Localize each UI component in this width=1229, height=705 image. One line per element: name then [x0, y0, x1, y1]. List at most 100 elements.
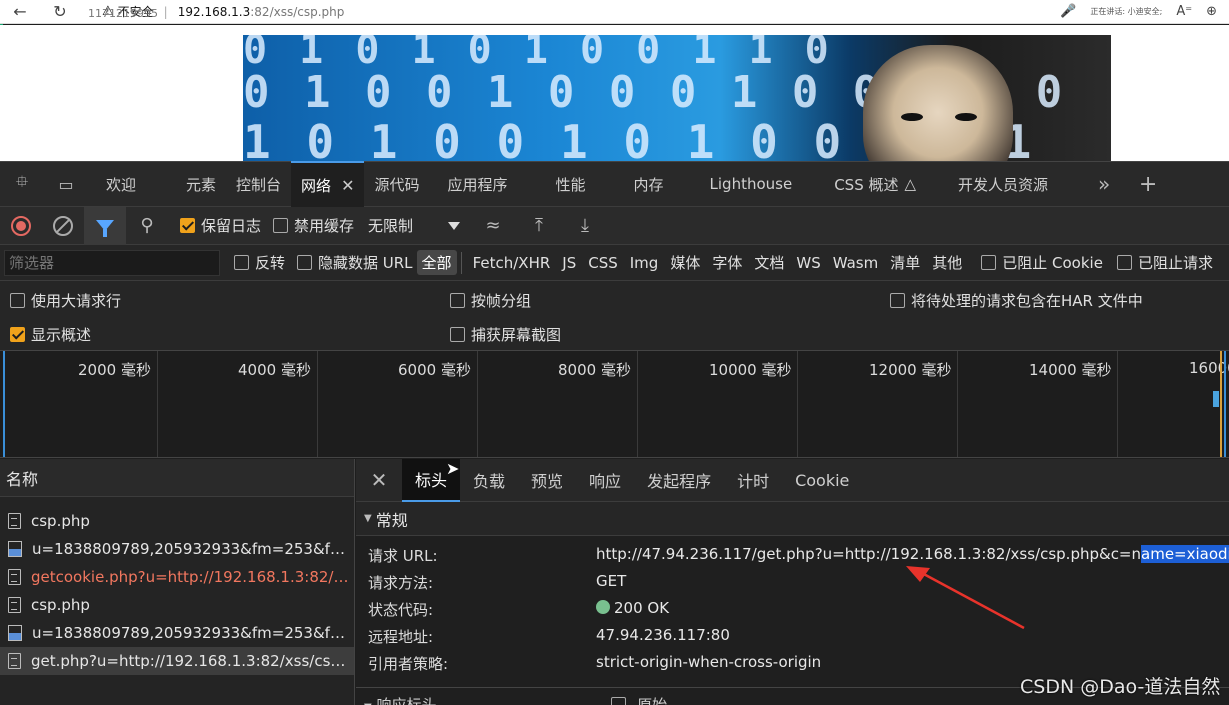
- request-name: u=1838809789,205932933&fm=253&fmt=...: [32, 624, 350, 642]
- tab-sources[interactable]: 源代码: [364, 161, 429, 207]
- request-name: csp.php: [31, 512, 90, 530]
- type-filter-all[interactable]: 全部: [416, 250, 457, 275]
- tab-css-overview[interactable]: CSS 概述 △: [824, 161, 926, 207]
- network-overview-timeline[interactable]: 2000 毫秒 4000 毫秒 6000 毫秒 8000 毫秒 10000 毫秒…: [0, 351, 1229, 458]
- checkbox-icon: [273, 218, 289, 233]
- group-by-frame-checkbox[interactable]: 按帧分组: [450, 290, 531, 311]
- record-icon: [11, 215, 31, 236]
- request-row-selected[interactable]: get.php?u=http://192.168.1.3:82/xss/csp.…: [0, 647, 354, 675]
- group-by-frame-label: 按帧分组: [471, 292, 532, 310]
- record-button[interactable]: [0, 207, 42, 245]
- overview-request-bar: [1213, 391, 1219, 407]
- type-filter-media[interactable]: 媒体: [665, 250, 705, 275]
- type-filter-fetch-xhr[interactable]: Fetch/XHR: [468, 252, 556, 274]
- watermark: CSDN @Dao-道法自然: [1020, 676, 1221, 698]
- header-value: strict-origin-when-cross-origin: [596, 653, 822, 671]
- checkbox-icon: [981, 255, 997, 270]
- name-column-header[interactable]: 名称: [0, 459, 354, 497]
- show-overview-label: 显示概述: [31, 326, 92, 344]
- add-tab-icon[interactable]: +: [1126, 172, 1170, 197]
- timeline-tick-label: 8000 毫秒: [558, 361, 631, 379]
- tab-memory[interactable]: 内存: [624, 161, 674, 207]
- tab-welcome[interactable]: 欢迎: [96, 161, 146, 207]
- har-pending-checkbox[interactable]: 将待处理的请求包含在HAR 文件中: [890, 290, 1143, 311]
- type-filter-wasm[interactable]: Wasm: [828, 252, 884, 274]
- tab-timing[interactable]: 计时: [724, 459, 782, 502]
- close-tab-icon[interactable]: ✕: [341, 176, 354, 195]
- reading-status: 正在讲话: 小迪安全;: [1090, 7, 1163, 16]
- tab-lighthouse[interactable]: Lighthouse: [700, 161, 803, 207]
- request-row-error[interactable]: getcookie.php?u=http://192.168.1.3:82/xs…: [0, 563, 354, 591]
- header-value: 47.94.236.117:80: [596, 626, 730, 644]
- blocked-cookies-checkbox[interactable]: 已阻止 Cookie: [981, 252, 1103, 273]
- request-row[interactable]: u=1838809789,205932933&fm=253&fmt=...: [0, 619, 354, 647]
- more-tabs-icon[interactable]: »: [1082, 172, 1126, 196]
- timeline-tick-label: 4000 毫秒: [238, 361, 311, 379]
- url-host[interactable]: 192.168.1.3: [178, 5, 251, 19]
- disable-cache-checkbox[interactable]: 禁用缓存: [273, 215, 354, 236]
- document-icon: [8, 653, 21, 669]
- tab-response[interactable]: 响应: [576, 459, 634, 502]
- status-code-text: 200 OK: [614, 599, 670, 617]
- request-row[interactable]: csp.php: [0, 507, 354, 535]
- import-har-icon[interactable]: ⤒: [524, 215, 554, 236]
- type-filter-doc[interactable]: 文档: [749, 250, 789, 275]
- type-filter-ws[interactable]: WS: [791, 252, 825, 274]
- type-filter-font[interactable]: 字体: [707, 250, 747, 275]
- large-rows-checkbox[interactable]: 使用大请求行: [10, 290, 121, 311]
- request-name: u=1838809789,205932933&fm=253&fmt=...: [32, 540, 350, 558]
- tab-elements[interactable]: 元素: [176, 161, 226, 207]
- tab-application[interactable]: 应用程序: [437, 161, 517, 207]
- filter-input[interactable]: [4, 249, 220, 276]
- tab-cookies[interactable]: Cookie: [782, 459, 862, 502]
- hide-data-url-checkbox[interactable]: 隐藏数据 URL: [297, 252, 413, 273]
- filter-toggle-button[interactable]: [84, 206, 126, 245]
- blocked-requests-label: 已阻止请求: [1137, 254, 1213, 272]
- tab-developer-resources[interactable]: 开发人员资源: [948, 161, 1058, 207]
- network-conditions-icon[interactable]: ≈: [478, 215, 508, 236]
- capture-screenshots-label: 捕获屏幕截图: [471, 326, 562, 344]
- zoom-icon[interactable]: ⊕: [1206, 4, 1217, 19]
- blocked-requests-checkbox[interactable]: 已阻止请求: [1116, 252, 1213, 273]
- read-aloud-icon[interactable]: A⁼: [1176, 4, 1192, 19]
- tab-preview[interactable]: 预览: [518, 459, 576, 502]
- type-filter-js[interactable]: JS: [557, 252, 581, 274]
- checkbox-icon[interactable]: [611, 697, 627, 705]
- device-toolbar-icon[interactable]: ▭: [44, 175, 88, 194]
- inspect-element-icon[interactable]: ⯐: [0, 171, 44, 198]
- disable-cache-label: 禁用缓存: [294, 217, 355, 235]
- capture-screenshots-checkbox[interactable]: 捕获屏幕截图: [450, 324, 561, 345]
- expand-triangle-icon: ▼: [364, 513, 372, 524]
- type-filter-other[interactable]: 其他: [927, 250, 967, 275]
- type-filter-img[interactable]: Img: [625, 252, 664, 274]
- throttling-select[interactable]: 无限制: [366, 212, 463, 239]
- preserve-log-checkbox[interactable]: 保留日志: [180, 215, 261, 236]
- checkbox-icon: [234, 255, 249, 270]
- reload-icon[interactable]: ↻: [40, 2, 80, 21]
- search-icon[interactable]: ⚲: [126, 207, 168, 245]
- back-arrow-icon[interactable]: ←: [0, 2, 40, 21]
- tab-initiator[interactable]: 发起程序: [634, 459, 724, 502]
- invert-checkbox[interactable]: 反转: [234, 252, 285, 273]
- url-path[interactable]: :82/xss/csp.php: [250, 5, 344, 19]
- request-row[interactable]: csp.php: [0, 591, 354, 619]
- request-row[interactable]: u=1838809789,205932933&fm=253&fmt=...: [0, 535, 354, 563]
- request-url-value[interactable]: http://47.94.236.117/get.php?u=http://19…: [596, 545, 1229, 563]
- tab-console[interactable]: 控制台: [226, 161, 291, 207]
- mouse-cursor-icon: ➤: [446, 459, 460, 478]
- tab-performance[interactable]: 性能: [546, 161, 596, 207]
- export-har-icon[interactable]: ⤓: [570, 215, 600, 236]
- type-filter-manifest[interactable]: 清单: [885, 250, 925, 275]
- type-filter-css[interactable]: CSS: [583, 252, 623, 274]
- show-overview-checkbox[interactable]: 显示概述: [10, 324, 91, 345]
- tab-payload[interactable]: 负载: [460, 459, 518, 502]
- header-key: 请求 URL:: [368, 547, 438, 565]
- clear-button[interactable]: [42, 207, 84, 245]
- tab-network[interactable]: 网络 ✕: [291, 161, 365, 207]
- close-detail-icon[interactable]: ✕: [356, 468, 402, 492]
- filter-icon: [96, 220, 114, 237]
- general-section-header[interactable]: ▼ 常规: [356, 502, 1229, 536]
- header-key: 远程地址:: [368, 628, 434, 646]
- network-settings-pane: 使用大请求行 按帧分组 将待处理的请求包含在HAR 文件中 显示概述 捕获屏幕截…: [0, 281, 1229, 351]
- microphone-icon[interactable]: 🎤: [1060, 4, 1076, 19]
